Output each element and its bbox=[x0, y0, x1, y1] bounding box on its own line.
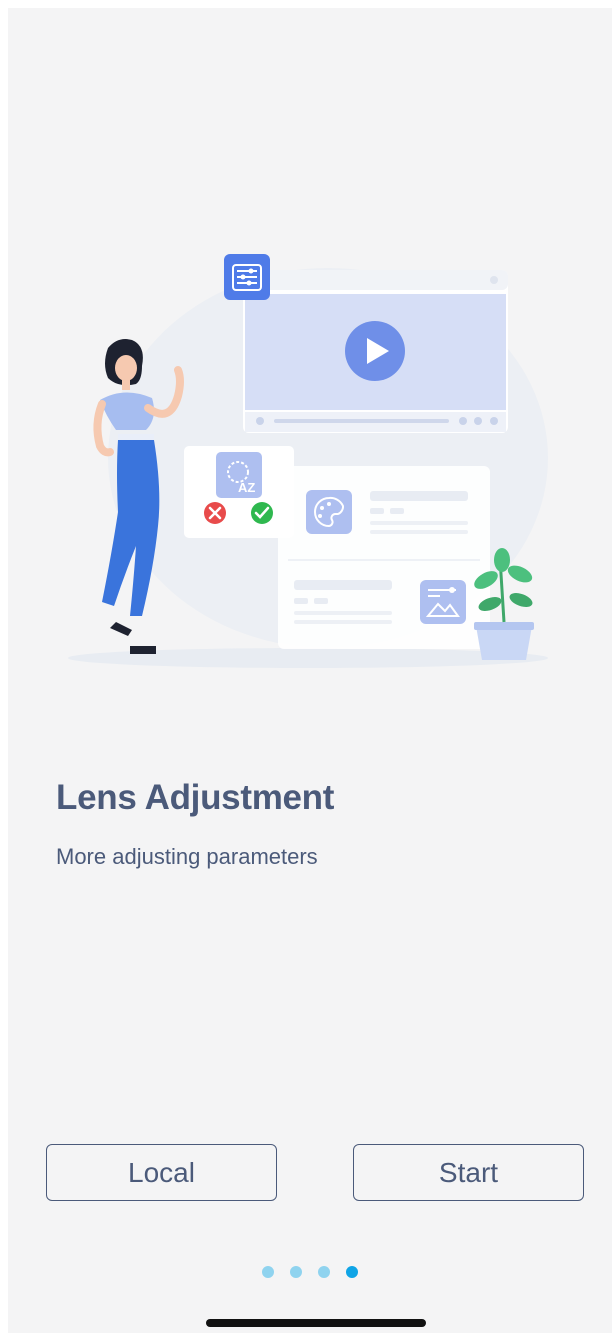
page-dot-2[interactable] bbox=[290, 1266, 302, 1278]
sliders-icon bbox=[224, 254, 270, 300]
page-indicator bbox=[8, 1266, 612, 1278]
local-button[interactable]: Local bbox=[46, 1144, 277, 1201]
svg-text:AZ: AZ bbox=[238, 480, 255, 495]
onboarding-screen: AZ Lens Adjustment More adjusting parame… bbox=[8, 8, 612, 1333]
page-title: Lens Adjustment bbox=[56, 778, 335, 817]
onboarding-illustration: AZ bbox=[68, 254, 548, 668]
page-dot-4-active[interactable] bbox=[346, 1266, 358, 1278]
content-card bbox=[278, 466, 490, 649]
check-icon bbox=[251, 502, 273, 524]
page-dot-3[interactable] bbox=[318, 1266, 330, 1278]
start-button[interactable]: Start bbox=[353, 1144, 584, 1201]
page-dot-1[interactable] bbox=[262, 1266, 274, 1278]
page-subtitle: More adjusting parameters bbox=[56, 844, 318, 869]
video-window bbox=[243, 270, 508, 433]
home-indicator[interactable] bbox=[206, 1319, 426, 1327]
play-icon bbox=[345, 321, 405, 381]
close-icon bbox=[204, 502, 226, 524]
translate-card: AZ bbox=[184, 446, 294, 538]
